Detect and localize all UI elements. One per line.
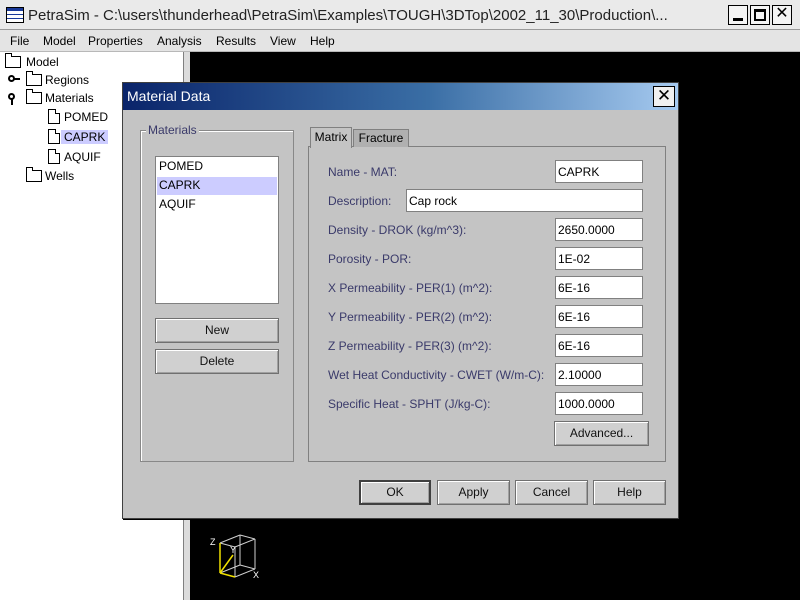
z-permeability-field[interactable] (555, 334, 643, 357)
tab-matrix[interactable]: Matrix (310, 127, 352, 148)
app-window: PetraSim - C:\users\thunderhead\PetraSim… (0, 0, 800, 600)
dialog-close-button[interactable]: ✕ (653, 86, 675, 107)
help-button[interactable]: Help (593, 480, 666, 505)
z-permeability-label: Z Permeability - PER(3) (m^2): (328, 339, 492, 353)
folder-icon (26, 167, 42, 182)
tab-fracture[interactable]: Fracture (353, 129, 409, 147)
menu-file[interactable]: File (10, 34, 29, 48)
tree-label: Regions (45, 73, 90, 87)
close-icon: ✕ (656, 86, 672, 105)
close-window-button[interactable]: ✕ (772, 5, 792, 25)
tree-label: Materials (45, 91, 94, 105)
folder-icon (5, 53, 21, 68)
new-material-button[interactable]: New (155, 318, 279, 343)
y-permeability-label: Y Permeability - PER(2) (m^2): (328, 310, 493, 324)
apply-button[interactable]: Apply (437, 480, 510, 505)
list-item-pomed[interactable]: POMED (157, 158, 277, 176)
advanced-button[interactable]: Advanced... (554, 421, 649, 446)
menu-model[interactable]: Model (43, 34, 76, 48)
menu-bar: File Model Properties Analysis Results V… (0, 30, 800, 52)
axis-z-label: Z (210, 537, 216, 547)
maximize-icon (754, 9, 766, 21)
ok-button[interactable]: OK (359, 480, 431, 505)
window-title: PetraSim - C:\users\thunderhead\PetraSim… (28, 7, 668, 24)
wet-heat-conductivity-field[interactable] (555, 363, 643, 386)
cancel-button[interactable]: Cancel (515, 480, 588, 505)
tree-label: CAPRK (61, 130, 109, 144)
document-icon (48, 129, 60, 144)
menu-properties[interactable]: Properties (88, 34, 143, 48)
name-field[interactable] (555, 160, 643, 183)
axis-y-label: Y (230, 545, 236, 555)
density-field[interactable] (555, 218, 643, 241)
folder-icon (26, 71, 42, 86)
porosity-label: Porosity - POR: (328, 252, 412, 266)
document-icon (48, 149, 60, 164)
materials-group-title: Materials (146, 123, 199, 137)
list-item-caprk[interactable]: CAPRK (157, 177, 277, 195)
list-item-aquif[interactable]: AQUIF (157, 196, 277, 214)
menu-results[interactable]: Results (216, 34, 256, 48)
x-permeability-label: X Permeability - PER(1) (m^2): (328, 281, 493, 295)
y-permeability-field[interactable] (555, 305, 643, 328)
menu-help[interactable]: Help (310, 34, 335, 48)
tree-label: Wells (45, 169, 75, 183)
material-data-dialog: Material Data ✕ Materials POMED CAPRK AQ… (122, 82, 679, 519)
minimize-button[interactable] (728, 5, 748, 25)
specific-heat-label: Specific Heat - SPHT (J/kg-C): (328, 397, 491, 411)
collapsed-key-icon (8, 75, 20, 85)
app-icon (6, 7, 24, 23)
folder-icon (26, 89, 42, 104)
delete-material-button[interactable]: Delete (155, 349, 279, 374)
document-icon (48, 109, 60, 124)
materials-list[interactable]: POMED CAPRK AQUIF (155, 156, 279, 304)
axes-gizmo: Z Y X (210, 534, 259, 580)
tree-label: POMED (64, 110, 109, 124)
close-icon: ✕ (775, 5, 789, 22)
dialog-title-bar: Material Data ✕ (123, 83, 678, 110)
expanded-key-icon (8, 93, 18, 105)
menu-view[interactable]: View (270, 34, 296, 48)
maximize-button[interactable] (750, 5, 770, 25)
description-field[interactable] (406, 189, 643, 212)
wet-heat-conductivity-label: Wet Heat Conductivity - CWET (W/m-C): (328, 368, 545, 382)
name-label: Name - MAT: (328, 165, 398, 179)
specific-heat-field[interactable] (555, 392, 643, 415)
dialog-title: Material Data (127, 88, 211, 104)
tree-label: Model (26, 55, 59, 69)
menu-analysis[interactable]: Analysis (157, 34, 202, 48)
tree-label: AQUIF (64, 150, 101, 164)
axis-x-label: X (253, 570, 259, 580)
title-bar: PetraSim - C:\users\thunderhead\PetraSim… (0, 0, 800, 30)
porosity-field[interactable] (555, 247, 643, 270)
minimize-icon (733, 18, 743, 21)
description-label: Description: (328, 194, 392, 208)
x-permeability-field[interactable] (555, 276, 643, 299)
density-label: Density - DROK (kg/m^3): (328, 223, 467, 237)
tree-item-model[interactable]: Model (4, 53, 184, 71)
